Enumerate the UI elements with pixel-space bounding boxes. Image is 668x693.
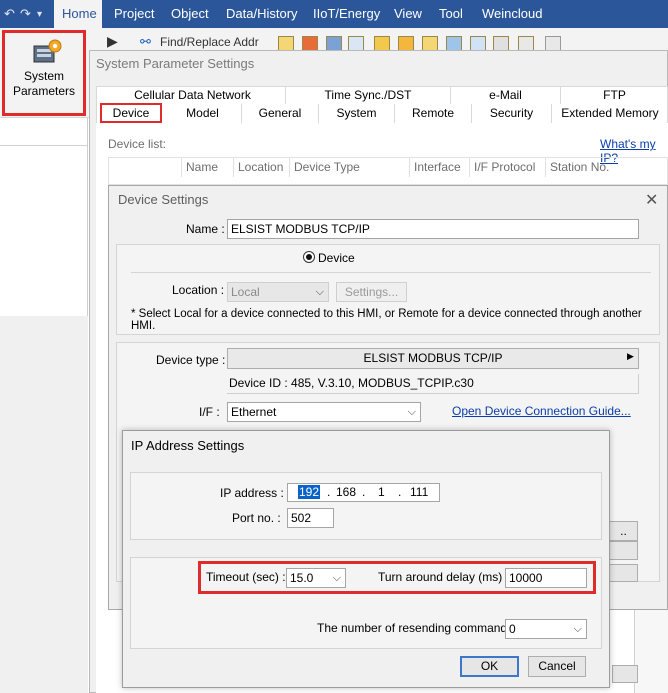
col-interface[interactable]: Interface bbox=[409, 158, 469, 177]
tab-time-sync[interactable]: Time Sync./DST bbox=[286, 87, 451, 104]
if-label: I/F : bbox=[199, 405, 220, 419]
left-pane-empty bbox=[0, 316, 88, 693]
menu-iiot-energy[interactable]: IIoT/Energy bbox=[305, 0, 388, 28]
menu-weincloud[interactable]: Weincloud bbox=[474, 0, 550, 28]
menu-view[interactable]: View bbox=[386, 0, 430, 28]
menu-object[interactable]: Object bbox=[163, 0, 217, 28]
ip-dot-1: . bbox=[327, 485, 331, 499]
chevron-down-icon: ⌵ bbox=[573, 623, 582, 635]
find-replace-button[interactable]: Find/Replace Addr bbox=[160, 35, 259, 49]
location-label: Location : bbox=[172, 283, 225, 297]
device-type-label: Device type : bbox=[156, 353, 226, 367]
undo-icon[interactable]: ↶ bbox=[4, 6, 15, 22]
name-field[interactable]: ELSIST MODBUS TCP/IP bbox=[227, 219, 639, 239]
tab-remote[interactable]: Remote bbox=[395, 104, 472, 123]
turnaround-field[interactable]: 10000 bbox=[505, 568, 587, 588]
ip-octet-1[interactable]: 192 bbox=[298, 485, 321, 499]
window-title: System Parameter Settings bbox=[96, 56, 255, 71]
timeout-value: 15.0 bbox=[290, 571, 314, 585]
col-location[interactable]: Location bbox=[233, 158, 289, 177]
system-parameters-button[interactable]: System Parameters bbox=[2, 30, 86, 116]
port-field[interactable]: 502 bbox=[287, 508, 334, 528]
chevron-down-icon: ⌵ bbox=[315, 286, 324, 298]
ip-dot-3: . bbox=[398, 485, 402, 499]
device-type-value: ELSIST MODBUS TCP/IP bbox=[363, 351, 503, 365]
col-if-protocol[interactable]: I/F Protocol bbox=[469, 158, 545, 177]
system-parameters-label-2: Parameters bbox=[12, 84, 76, 98]
ip-dialog-title: IP Address Settings bbox=[131, 438, 245, 453]
tab-device[interactable]: Device bbox=[100, 103, 162, 123]
ip-dot-2: . bbox=[362, 485, 366, 499]
device-id: Device ID : 485, V.3.10, MODBUS_TCPIP.c3… bbox=[227, 374, 639, 394]
device-radio[interactable] bbox=[303, 251, 315, 263]
device-type-button[interactable]: ELSIST MODBUS TCP/IP bbox=[227, 348, 639, 369]
if-value: Ethernet bbox=[231, 405, 277, 419]
redo-icon[interactable]: ↷ bbox=[20, 6, 31, 22]
settings-button[interactable]: Settings... bbox=[336, 282, 407, 302]
cancel-button[interactable]: Cancel bbox=[528, 656, 586, 677]
location-note: * Select Local for a device connected to… bbox=[131, 308, 642, 332]
col-device-type[interactable]: Device Type bbox=[289, 158, 409, 177]
menu-data-history[interactable]: Data/History bbox=[218, 0, 306, 28]
col-name[interactable]: Name bbox=[181, 158, 233, 177]
device-list-label: Device list: bbox=[108, 137, 167, 151]
location-value: Local bbox=[231, 285, 260, 299]
play-arrow-small-icon: ▶ bbox=[627, 351, 634, 361]
tab-cellular[interactable]: Cellular Data Network bbox=[100, 87, 286, 104]
name-label: Name : bbox=[186, 222, 225, 236]
menu-tool[interactable]: Tool bbox=[431, 0, 471, 28]
system-parameters-label-1: System bbox=[23, 69, 64, 83]
hidden-button-2[interactable] bbox=[609, 541, 638, 560]
resend-value: 0 bbox=[509, 622, 516, 636]
tab-general[interactable]: General bbox=[242, 104, 319, 123]
resend-label: The number of resending commands : bbox=[317, 621, 520, 635]
ip-octet-3[interactable]: 1 bbox=[378, 485, 385, 499]
device-radio-label: Device bbox=[318, 251, 355, 265]
port-label: Port no. : bbox=[232, 511, 281, 525]
left-pane-divider bbox=[0, 145, 88, 146]
chevron-down-icon: ⌵ bbox=[407, 406, 416, 418]
quick-access-menu-icon[interactable]: ▾ bbox=[37, 9, 42, 20]
tab-model[interactable]: Model bbox=[164, 104, 242, 123]
ip-octet-2[interactable]: 168 bbox=[336, 485, 356, 499]
play-arrow-icon: ▶ bbox=[107, 33, 118, 49]
tab-system[interactable]: System bbox=[319, 104, 395, 123]
hidden-button-3[interactable] bbox=[609, 564, 638, 582]
close-icon[interactable]: ✕ bbox=[645, 190, 658, 210]
ip-address-label: IP address : bbox=[220, 486, 284, 500]
turnaround-label: Turn around delay (ms) : bbox=[378, 570, 509, 584]
menu-project[interactable]: Project bbox=[106, 0, 162, 28]
timeout-label: Timeout (sec) : bbox=[206, 570, 286, 584]
col-station-no[interactable]: Station No. bbox=[545, 158, 668, 177]
group-divider bbox=[131, 272, 651, 273]
ip-octet-4[interactable]: 111 bbox=[410, 485, 428, 499]
device-settings-title: Device Settings bbox=[118, 192, 209, 207]
tab-email[interactable]: e-Mail bbox=[451, 87, 561, 104]
resend-select[interactable]: 0 ⌵ bbox=[505, 619, 587, 639]
if-select[interactable]: Ethernet ⌵ bbox=[227, 402, 421, 422]
hidden-button-1[interactable]: .. bbox=[609, 521, 638, 541]
location-select[interactable]: Local ⌵ bbox=[227, 282, 329, 302]
ok-button[interactable]: OK bbox=[460, 656, 519, 677]
tab-ftp[interactable]: FTP bbox=[561, 87, 668, 104]
find-replace-icon: ⚯ bbox=[140, 34, 151, 49]
system-parameters-icon bbox=[33, 39, 62, 63]
device-connection-guide-link[interactable]: Open Device Connection Guide... bbox=[452, 404, 631, 418]
tab-extended-memory[interactable]: Extended Memory bbox=[552, 104, 668, 123]
menu-home[interactable]: Home bbox=[54, 0, 102, 28]
hidden-button-4[interactable] bbox=[612, 665, 638, 683]
tab-security[interactable]: Security bbox=[472, 104, 552, 123]
chevron-down-icon: ⌵ bbox=[332, 572, 341, 584]
timeout-select[interactable]: 15.0 ⌵ bbox=[286, 568, 346, 588]
